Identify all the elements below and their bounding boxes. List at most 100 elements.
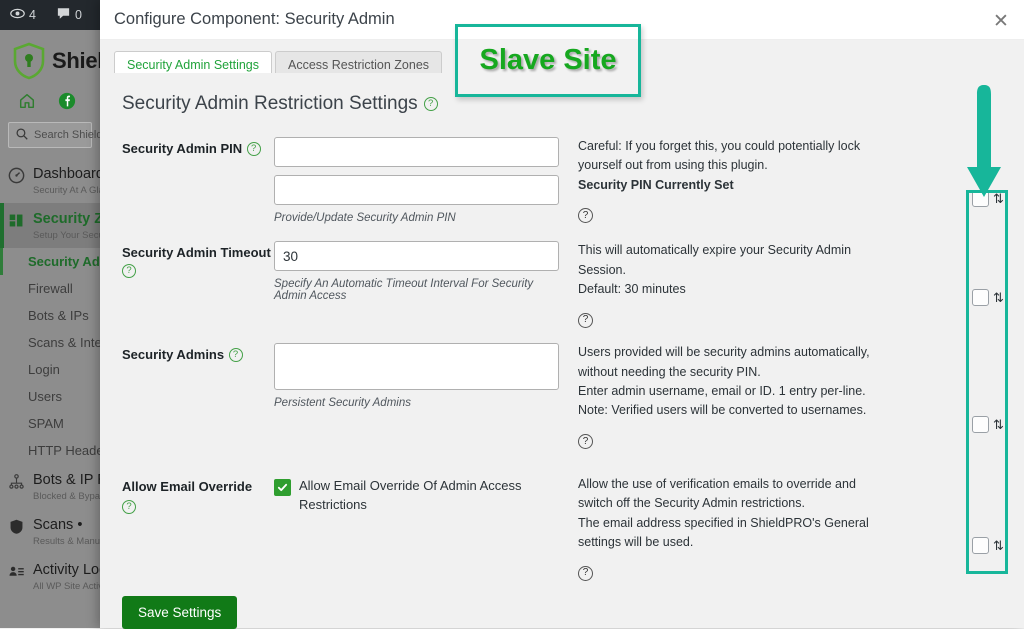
sidebar-subitem-spam[interactable]: SPAM: [0, 410, 100, 437]
sidebar-subitem-scans-integrity[interactable]: Scans & Integrity: [0, 329, 126, 356]
gauge-icon: [8, 167, 26, 189]
question-icon[interactable]: ?: [228, 348, 243, 363]
sidebar-submenu: Security Admin Firewall Bots & IPs Scans…: [0, 248, 126, 464]
home-icon[interactable]: [18, 92, 36, 110]
row-security-admins: Security Admins ? Persistent Security Ad…: [100, 343, 1024, 451]
description-line: Careful: If you forget this, you could p…: [578, 139, 861, 173]
adminbar-item-comments[interactable]: 0: [46, 0, 92, 30]
sidebar-subitem-security-admin[interactable]: Security Admin: [0, 248, 123, 275]
row-description-cell: Allow the use of verification emails to …: [564, 475, 952, 583]
question-icon[interactable]: ?: [246, 141, 261, 156]
modal-title: Configure Component: Security Admin: [114, 10, 395, 28]
label-allow-email-override: Allow Email Override: [122, 478, 253, 494]
sidebar-subitem-users[interactable]: Users: [0, 383, 100, 410]
field-hint: Persistent Security Admins: [274, 397, 411, 410]
label-security-admin-timeout: Security Admin Timeout: [122, 245, 271, 261]
checkbox-unchecked-icon[interactable]: [972, 536, 990, 554]
sidebar-item-security-zones[interactable]: Security Zones Setup Your Security: [0, 203, 137, 248]
row-label-cell: Security Admins ?: [122, 343, 274, 451]
description-line: Allow the use of verification emails to …: [578, 476, 856, 511]
sidebar-subitem-http-headers[interactable]: HTTP Headers: [0, 437, 114, 464]
network-icon: [8, 473, 26, 495]
description-line: Users provided will be security admins a…: [578, 345, 870, 379]
security-admin-pin-input[interactable]: [274, 137, 559, 167]
adminbar-count-comments: 0: [74, 8, 82, 22]
field-hint: Specify An Automatic Timeout Interval Fo…: [274, 278, 534, 303]
down-arrow-icon: [963, 85, 1005, 200]
label-security-admin-pin: Security Admin PIN: [122, 141, 243, 156]
row-field-cell: Specify An Automatic Timeout Interval Fo…: [274, 241, 564, 329]
sidebar-quick-icons: [0, 86, 114, 116]
security-admin-pin-confirm-input[interactable]: [274, 175, 559, 205]
row-security-admin-timeout: Security Admin Timeout ? Specify An Auto…: [100, 241, 1024, 329]
sidebar-item-scans-sub: Results & Manual: [33, 536, 108, 547]
sidebar-logo[interactable]: Shield: [0, 30, 117, 86]
facebook-icon[interactable]: [58, 92, 76, 110]
sidebar-item-scans-title: Scans •: [33, 517, 83, 533]
allow-email-override-label: Allow Email Override Of Admin Access Res…: [299, 477, 522, 512]
zones-icon: [8, 212, 26, 234]
sort-transfer-icon[interactable]: ⇅: [993, 418, 1004, 431]
slave-site-annotation-box: Slave Site: [455, 24, 641, 97]
description-line: Default: 30 minutes: [578, 281, 686, 296]
user-list-icon: [8, 563, 26, 585]
description-line: Enter admin username, email or ID. 1 ent…: [578, 384, 866, 398]
question-icon[interactable]: ?: [578, 565, 593, 581]
search-input[interactable]: Search ShieldPRO: [8, 122, 126, 148]
shield-icon: [8, 518, 26, 540]
question-icon[interactable]: ?: [578, 208, 593, 224]
description-line: The email address specified in ShieldPRO…: [578, 515, 869, 549]
row-description-cell: Careful: If you forget this, you could p…: [564, 137, 952, 225]
question-icon[interactable]: ?: [578, 312, 593, 328]
question-icon[interactable]: ?: [578, 434, 593, 450]
row-label-cell: Security Admin PIN ?: [122, 137, 274, 225]
sidebar-subitem-login[interactable]: Login: [0, 356, 100, 383]
sidebar-item-activity-logs[interactable]: Activity Logs All WP Site Activity: [0, 554, 114, 599]
sidebar-item-bots-ip-rules[interactable]: Bots & IP Rules Blocked & Bypass: [0, 464, 134, 509]
tab-access-restriction-zones[interactable]: Access Restriction Zones: [275, 51, 443, 73]
save-settings-button[interactable]: Save Settings: [122, 596, 238, 629]
sidebar-subitem-firewall[interactable]: Firewall: [0, 275, 100, 302]
row-label-cell: Allow Email Override ?: [122, 475, 274, 583]
section-heading-text: Security Admin Restriction Settings: [122, 93, 418, 114]
row-right-controls: ⇅: [952, 241, 1024, 329]
shield-lock-icon: [12, 42, 46, 80]
comment-icon: [56, 6, 71, 24]
eye-icon: [10, 6, 25, 24]
row-allow-email-override: Allow Email Override ? Allow Email Overr…: [100, 475, 1024, 583]
modal-content: Security Admin Restriction Settings ? Se…: [100, 73, 1024, 629]
sidebar-item-dashboard-title: Dashboard: [33, 166, 104, 182]
sort-transfer-icon[interactable]: ⇅: [993, 291, 1004, 304]
row-field-cell: Allow Email Override Of Admin Access Res…: [274, 475, 564, 583]
row-description-cell: Users provided will be security admins a…: [564, 343, 952, 451]
field-hint: Provide/Update Security Admin PIN: [274, 212, 456, 224]
checkbox-unchecked-icon[interactable]: [972, 289, 990, 307]
security-admins-textarea[interactable]: [274, 343, 559, 391]
checkbox-unchecked-icon[interactable]: [972, 416, 990, 434]
sidebar-subitem-bots-ips[interactable]: Bots & IPs: [0, 302, 100, 329]
tab-security-admin-settings[interactable]: Security Admin Settings: [114, 51, 273, 73]
close-icon[interactable]: ✕: [988, 8, 1014, 34]
wp-sidebar: Shield Search ShieldPRO Dashboard Securi…: [0, 30, 137, 628]
label-security-admins: Security Admins: [122, 347, 225, 363]
row-description-cell: This will automatically expire your Secu…: [564, 241, 952, 329]
security-admin-timeout-input[interactable]: [274, 241, 559, 272]
adminbar-item-updates[interactable]: 4: [0, 0, 46, 30]
checkbox-checked-icon[interactable]: [274, 478, 291, 496]
search-icon: [15, 127, 29, 144]
question-icon[interactable]: ?: [423, 97, 438, 111]
slave-site-annotation-text: Slave Site: [479, 44, 617, 76]
question-icon[interactable]: ?: [122, 263, 136, 278]
sidebar-item-scans[interactable]: Scans • Results & Manual: [0, 509, 107, 554]
row-right-controls: ⇅: [952, 343, 1024, 451]
sidebar-item-dashboard[interactable]: Dashboard Security At A Glance: [0, 158, 119, 203]
description-line: Security PIN Currently Set: [578, 177, 734, 192]
row-right-controls: ⇅: [952, 475, 1024, 583]
row-label-cell: Security Admin Timeout ?: [122, 241, 274, 329]
question-icon[interactable]: ?: [122, 499, 136, 514]
row-field-cell: Persistent Security Admins: [274, 343, 564, 451]
description-line: Note: Verified users will be converted t…: [578, 403, 867, 418]
sort-transfer-icon[interactable]: ⇅: [993, 539, 1004, 552]
allow-email-override-checkbox-row[interactable]: Allow Email Override Of Admin Access Res…: [274, 475, 564, 515]
adminbar-count-updates: 4: [29, 8, 36, 22]
